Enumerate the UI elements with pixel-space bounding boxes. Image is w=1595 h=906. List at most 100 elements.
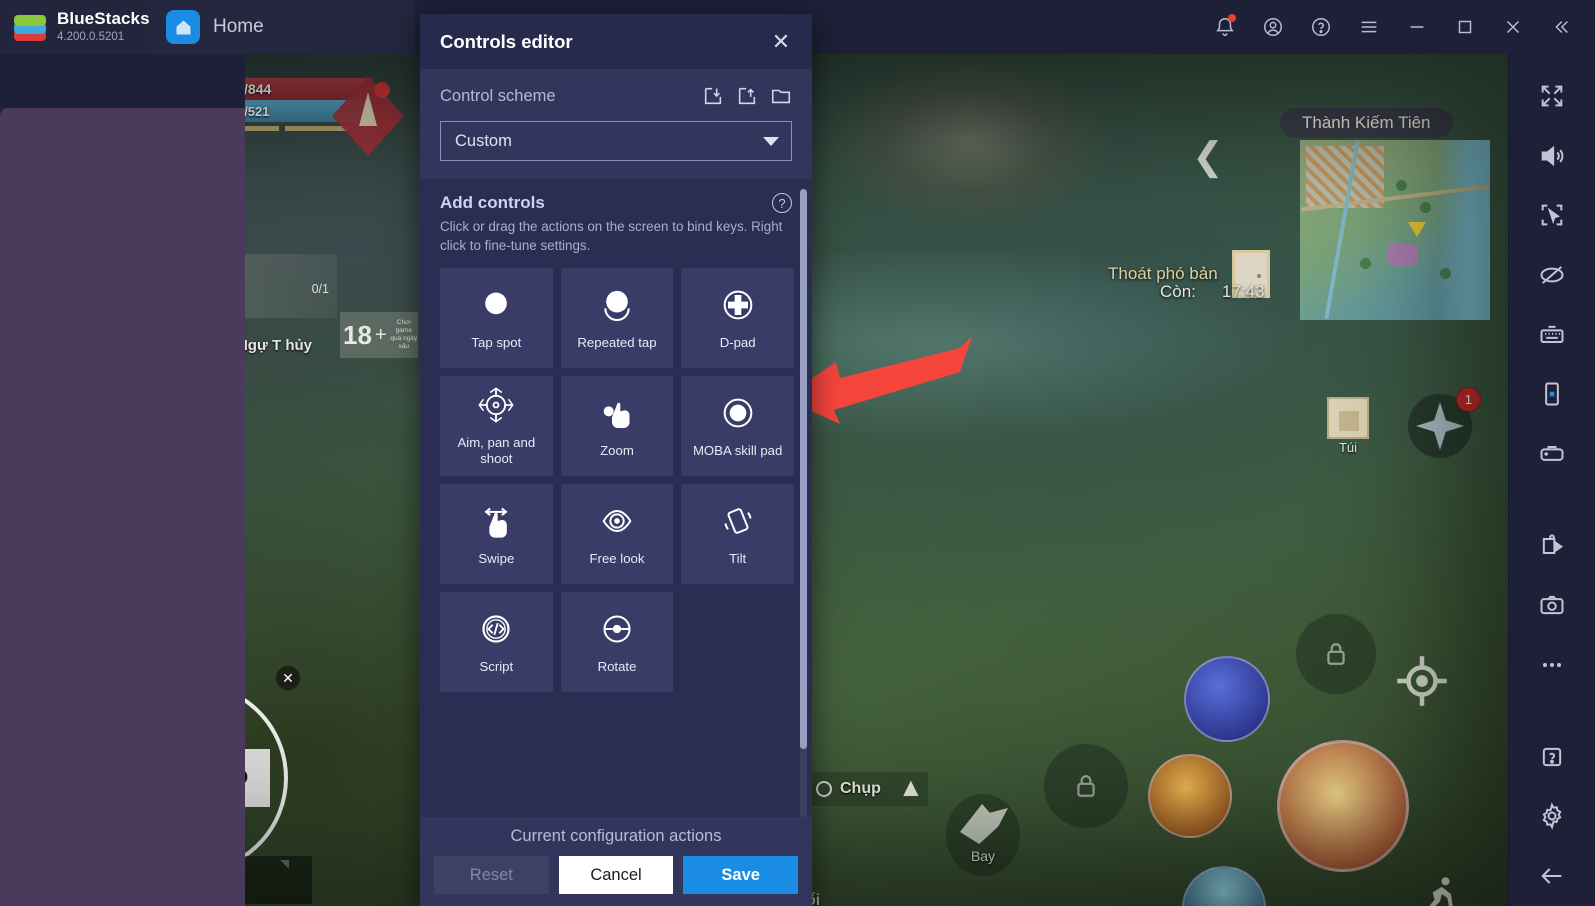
control-tile-d-pad[interactable]: D-pad: [681, 267, 794, 368]
control-tile-label: Zoom: [600, 442, 634, 458]
tab-game[interactable]: [0, 54, 245, 906]
timer-label: Còn:: [1160, 282, 1196, 301]
notification-dot: [1228, 14, 1236, 22]
tab-home[interactable]: Home: [150, 0, 415, 54]
skill-button-primary[interactable]: [1277, 740, 1409, 872]
dialog-footer: Current configuration actions Reset Canc…: [420, 817, 812, 906]
macro-recorder-icon[interactable]: [1522, 516, 1582, 576]
dungeon-timer: Còn: 17:43: [1160, 282, 1264, 302]
more-options-icon[interactable]: [1522, 635, 1582, 695]
close-icon[interactable]: ✕: [766, 27, 796, 57]
controls-editor-dialog[interactable]: Controls editor ✕ Control scheme Custom …: [420, 14, 812, 906]
capture-label: Chụp: [840, 780, 881, 797]
control-tile-rotate[interactable]: Rotate: [560, 591, 674, 692]
volume-icon[interactable]: [1522, 126, 1582, 186]
chevron-left-icon[interactable]: ❮: [1192, 134, 1224, 179]
maximize-icon[interactable]: [1441, 0, 1489, 54]
screenshot-icon[interactable]: [1522, 576, 1582, 636]
game-icon: [0, 108, 245, 906]
dialog-scrollbar[interactable]: [800, 189, 807, 817]
run-icon: [1429, 877, 1453, 906]
brand-name: BlueStacks: [57, 8, 150, 28]
control-tile-repeated-tap[interactable]: Repeated tap: [560, 267, 674, 368]
control-tile-tilt[interactable]: Tilt: [681, 483, 794, 584]
collapse-icon[interactable]: [1537, 0, 1585, 54]
control-tile-label: Repeated tap: [577, 334, 657, 350]
skill-button-blue[interactable]: [1184, 656, 1270, 742]
reset-button[interactable]: Reset: [434, 856, 549, 894]
home-icon: [166, 10, 200, 44]
control-tile-label: Rotate: [597, 658, 637, 674]
open-folder-icon[interactable]: [770, 85, 792, 107]
close-icon[interactable]: [1489, 0, 1537, 54]
tab-home-label: Home: [213, 16, 264, 37]
settings-gear-icon[interactable]: [1522, 787, 1582, 847]
dialog-scroll-thumb[interactable]: [800, 189, 807, 749]
skill-locked: [1044, 744, 1128, 828]
crosshair-icon: [1397, 656, 1447, 706]
control-tile-label: Free look: [589, 550, 645, 566]
tap-spot-icon: [485, 292, 508, 314]
control-scheme-select[interactable]: Custom: [440, 121, 792, 161]
save-button[interactable]: Save: [683, 856, 799, 894]
window-controls: [1201, 0, 1595, 54]
lock-icon: [1077, 775, 1095, 797]
sprint-button[interactable]: [1418, 874, 1462, 906]
export-scheme-icon[interactable]: [736, 85, 758, 107]
age-rating-note: Chơi game quá ngày xấu: [390, 318, 418, 351]
bag-button[interactable]: Túi: [1320, 397, 1376, 459]
help-icon[interactable]: [1297, 0, 1345, 54]
control-tile-label: D-pad: [719, 334, 756, 350]
rotate-screen-icon[interactable]: [1522, 365, 1582, 425]
free-look-icon: [602, 509, 632, 532]
menu-icon[interactable]: [1345, 0, 1393, 54]
add-controls-description: Click or drag the actions on the screen …: [440, 219, 783, 254]
cursor-capture-icon[interactable]: [1522, 185, 1582, 245]
control-tile-empty: [681, 592, 794, 692]
capture-icon: [816, 781, 832, 797]
skill-button-water[interactable]: [1182, 866, 1266, 906]
control-tile-label: Aim, pan and shoot: [457, 434, 536, 466]
control-tile-label: Tap spot: [471, 334, 522, 350]
minimize-icon[interactable]: [1393, 0, 1441, 54]
dialog-title: Controls editor: [440, 30, 573, 52]
import-scheme-icon[interactable]: [702, 85, 724, 107]
fly-button[interactable]: Bay: [946, 794, 1020, 876]
dpad-remove-button[interactable]: ✕: [276, 666, 300, 690]
timer-value: 17:43: [1221, 282, 1265, 301]
chevron-down-icon: [763, 136, 779, 146]
help-icon[interactable]: [1522, 727, 1582, 787]
rotate-icon: [603, 615, 631, 643]
aim-button[interactable]: [1395, 654, 1449, 708]
add-controls-section: Add controls ? Click or drag the actions…: [420, 179, 812, 817]
keyboard-controls-icon[interactable]: [1522, 305, 1582, 365]
swipe-icon: [484, 507, 508, 538]
control-tile-aim-pan-shoot[interactable]: Aim, pan and shoot: [440, 375, 553, 476]
lock-icon: [1327, 643, 1345, 665]
control-tile-tap-spot[interactable]: Tap spot: [440, 267, 553, 368]
zoom-icon: [603, 402, 630, 428]
skill-button-fire[interactable]: [1148, 754, 1232, 838]
dialog-header: Controls editor ✕: [420, 14, 812, 69]
eye-off-icon[interactable]: [1522, 245, 1582, 305]
fullscreen-icon[interactable]: [1522, 66, 1582, 126]
help-icon[interactable]: ?: [772, 193, 792, 213]
control-tile-zoom[interactable]: Zoom: [560, 375, 674, 476]
control-tile-moba-skill-pad[interactable]: MOBA skill pad: [681, 375, 794, 476]
compass-badge: 1: [1456, 387, 1481, 412]
control-tile-label: MOBA skill pad: [692, 442, 783, 458]
back-arrow-icon[interactable]: [1522, 846, 1582, 906]
control-tile-swipe[interactable]: Swipe: [440, 483, 553, 584]
control-tile-script[interactable]: Script: [440, 591, 553, 692]
minimap[interactable]: [1300, 140, 1490, 320]
aim-pan-shoot-icon: [478, 387, 514, 423]
notifications-icon[interactable]: [1201, 0, 1249, 54]
cancel-button[interactable]: Cancel: [558, 856, 674, 894]
expand-chevron-icon[interactable]: ▲: [898, 772, 924, 803]
gamepad-icon[interactable]: [1522, 424, 1582, 484]
control-tile-free-look[interactable]: Free look: [560, 483, 674, 584]
account-icon[interactable]: [1249, 0, 1297, 54]
tilt-icon: [724, 508, 752, 534]
bag-label: Túi: [1338, 440, 1358, 455]
skill-locked: [1296, 614, 1376, 694]
